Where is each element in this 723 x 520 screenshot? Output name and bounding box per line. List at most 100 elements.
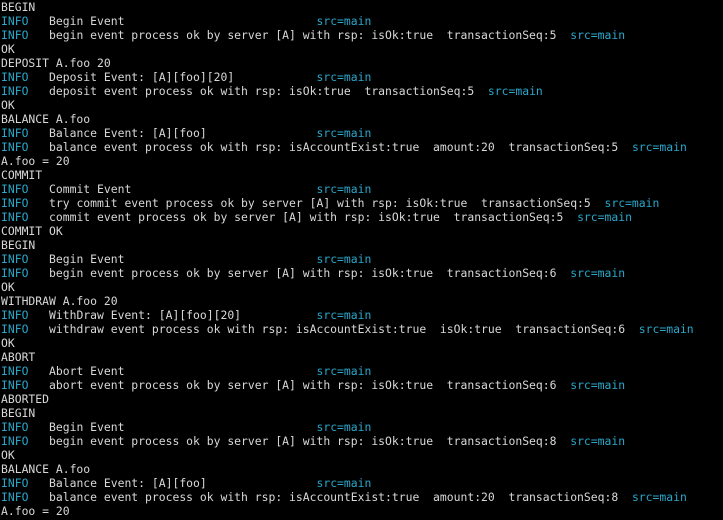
log-level: INFO bbox=[1, 140, 29, 154]
log-src: src=main bbox=[577, 210, 632, 224]
plain-output: ABORTED bbox=[1, 392, 50, 406]
terminal-line: INFO begin event process ok by server [A… bbox=[1, 266, 625, 280]
log-message: Deposit Event: [A][foo][20] bbox=[49, 70, 235, 84]
terminal-line: OK bbox=[1, 98, 15, 112]
plain-output: A.foo = 20 bbox=[1, 504, 70, 518]
log-message: balance event process ok with rsp: isAcc… bbox=[49, 140, 619, 154]
log-level: INFO bbox=[1, 266, 29, 280]
log-message: deposit event process ok with rsp: isOk:… bbox=[49, 84, 475, 98]
terminal-line: INFO try commit event process ok by serv… bbox=[1, 196, 659, 210]
log-level: INFO bbox=[1, 182, 29, 196]
terminal-line: COMMIT bbox=[1, 168, 42, 182]
log-message: withdraw event process ok with rsp: isAc… bbox=[49, 322, 626, 336]
log-message: Balance Event: [A][foo] bbox=[49, 126, 207, 140]
terminal-line: BEGIN bbox=[1, 0, 35, 14]
terminal-line: BEGIN bbox=[1, 238, 35, 252]
plain-output: BEGIN bbox=[1, 406, 36, 420]
log-level: INFO bbox=[1, 196, 29, 210]
terminal-line: OK bbox=[1, 280, 15, 294]
log-message: balance event process ok with rsp: isAcc… bbox=[49, 490, 619, 504]
log-level: INFO bbox=[1, 364, 29, 378]
terminal-line: A.foo = 20 bbox=[1, 154, 70, 168]
log-level: INFO bbox=[1, 14, 29, 28]
plain-output: OK bbox=[1, 280, 15, 294]
log-level: INFO bbox=[1, 322, 29, 336]
log-message: Begin Event bbox=[49, 252, 125, 266]
log-src: src=main bbox=[570, 434, 626, 448]
log-level: INFO bbox=[1, 378, 29, 392]
plain-output: BEGIN bbox=[1, 0, 36, 14]
log-message: Balance Event: [A][foo] bbox=[49, 476, 207, 490]
terminal-line: INFO Begin Event src=main bbox=[1, 252, 371, 266]
terminal-line: INFO begin event process ok by server [A… bbox=[1, 28, 625, 42]
plain-output: COMMIT OK bbox=[1, 224, 63, 238]
plain-output: OK bbox=[1, 98, 15, 112]
terminal-line: OK bbox=[1, 336, 15, 350]
log-src: src=main bbox=[316, 252, 372, 266]
log-message: begin event process ok by server [A] wit… bbox=[49, 434, 557, 448]
log-src: src=main bbox=[604, 196, 660, 210]
log-src: src=main bbox=[316, 476, 372, 490]
terminal-line: ABORT bbox=[1, 350, 35, 364]
log-src: src=main bbox=[570, 266, 626, 280]
log-message: begin event process ok by server [A] wit… bbox=[49, 28, 557, 42]
log-level: INFO bbox=[1, 490, 29, 504]
terminal-line: INFO balance event process ok with rsp: … bbox=[1, 140, 687, 154]
terminal-line: WITHDRAW A.foo 20 bbox=[1, 294, 118, 308]
plain-output: ABORT bbox=[1, 350, 36, 364]
terminal-line: INFO Abort Event src=main bbox=[1, 364, 371, 378]
log-src: src=main bbox=[316, 14, 372, 28]
plain-output: OK bbox=[1, 448, 15, 462]
terminal-line: INFO Balance Event: [A][foo] src=main bbox=[1, 126, 371, 140]
log-level: INFO bbox=[1, 476, 29, 490]
log-level: INFO bbox=[1, 252, 29, 266]
terminal-line: OK bbox=[1, 448, 15, 462]
log-level: INFO bbox=[1, 84, 29, 98]
plain-output: BALANCE A.foo bbox=[1, 112, 91, 126]
terminal-line: INFO Balance Event: [A][foo] src=main bbox=[1, 476, 371, 490]
terminal-line: COMMIT OK bbox=[1, 224, 63, 238]
log-src: src=main bbox=[570, 378, 626, 392]
plain-output: OK bbox=[1, 42, 15, 56]
terminal-line: ABORTED bbox=[1, 392, 49, 406]
log-message: Abort Event bbox=[49, 364, 125, 378]
terminal-line: INFO begin event process ok by server [A… bbox=[1, 434, 625, 448]
log-src: src=main bbox=[316, 126, 372, 140]
log-level: INFO bbox=[1, 28, 29, 42]
log-message: begin event process ok by server [A] wit… bbox=[49, 266, 557, 280]
terminal-line: INFO WithDraw Event: [A][foo][20] src=ma… bbox=[1, 308, 371, 322]
terminal-line: INFO Deposit Event: [A][foo][20] src=mai… bbox=[1, 70, 371, 84]
log-message: commit event process ok by server [A] wi… bbox=[49, 210, 564, 224]
plain-output: DEPOSIT A.foo 20 bbox=[1, 56, 111, 70]
terminal-line: INFO withdraw event process ok with rsp:… bbox=[1, 322, 694, 336]
log-src: src=main bbox=[638, 322, 694, 336]
log-src: src=main bbox=[487, 84, 543, 98]
log-message: WithDraw Event: [A][foo][20] bbox=[49, 308, 242, 322]
terminal-line: OK bbox=[1, 42, 15, 56]
log-level: INFO bbox=[1, 434, 29, 448]
terminal-line: INFO balance event process ok with rsp: … bbox=[1, 490, 687, 504]
log-message: Begin Event bbox=[49, 14, 125, 28]
log-src: src=main bbox=[631, 490, 687, 504]
terminal-line: INFO commit event process ok by server [… bbox=[1, 210, 632, 224]
plain-output: BALANCE A.foo bbox=[1, 462, 91, 476]
log-src: src=main bbox=[316, 420, 372, 434]
terminal-line: DEPOSIT A.foo 20 bbox=[1, 56, 111, 70]
terminal-line: BEGIN bbox=[1, 406, 35, 420]
log-src: src=main bbox=[316, 182, 372, 196]
plain-output: WITHDRAW A.foo 20 bbox=[1, 294, 118, 308]
terminal-output[interactable]: BEGIN INFO Begin Event src=main INFO beg… bbox=[0, 0, 723, 520]
log-message: abort event process ok by server [A] wit… bbox=[49, 378, 557, 392]
log-src: src=main bbox=[316, 364, 372, 378]
terminal-line: INFO Begin Event src=main bbox=[1, 14, 371, 28]
terminal-line: INFO abort event process ok by server [A… bbox=[1, 378, 625, 392]
log-message: try commit event process ok by server [A… bbox=[49, 196, 591, 210]
plain-output: A.foo = 20 bbox=[1, 154, 70, 168]
log-level: INFO bbox=[1, 308, 29, 322]
log-level: INFO bbox=[1, 210, 29, 224]
plain-output: COMMIT bbox=[1, 168, 43, 182]
plain-output: BEGIN bbox=[1, 238, 36, 252]
terminal-line: INFO Begin Event src=main bbox=[1, 420, 371, 434]
log-src: src=main bbox=[316, 308, 372, 322]
terminal-line: A.foo = 20 bbox=[1, 504, 70, 518]
